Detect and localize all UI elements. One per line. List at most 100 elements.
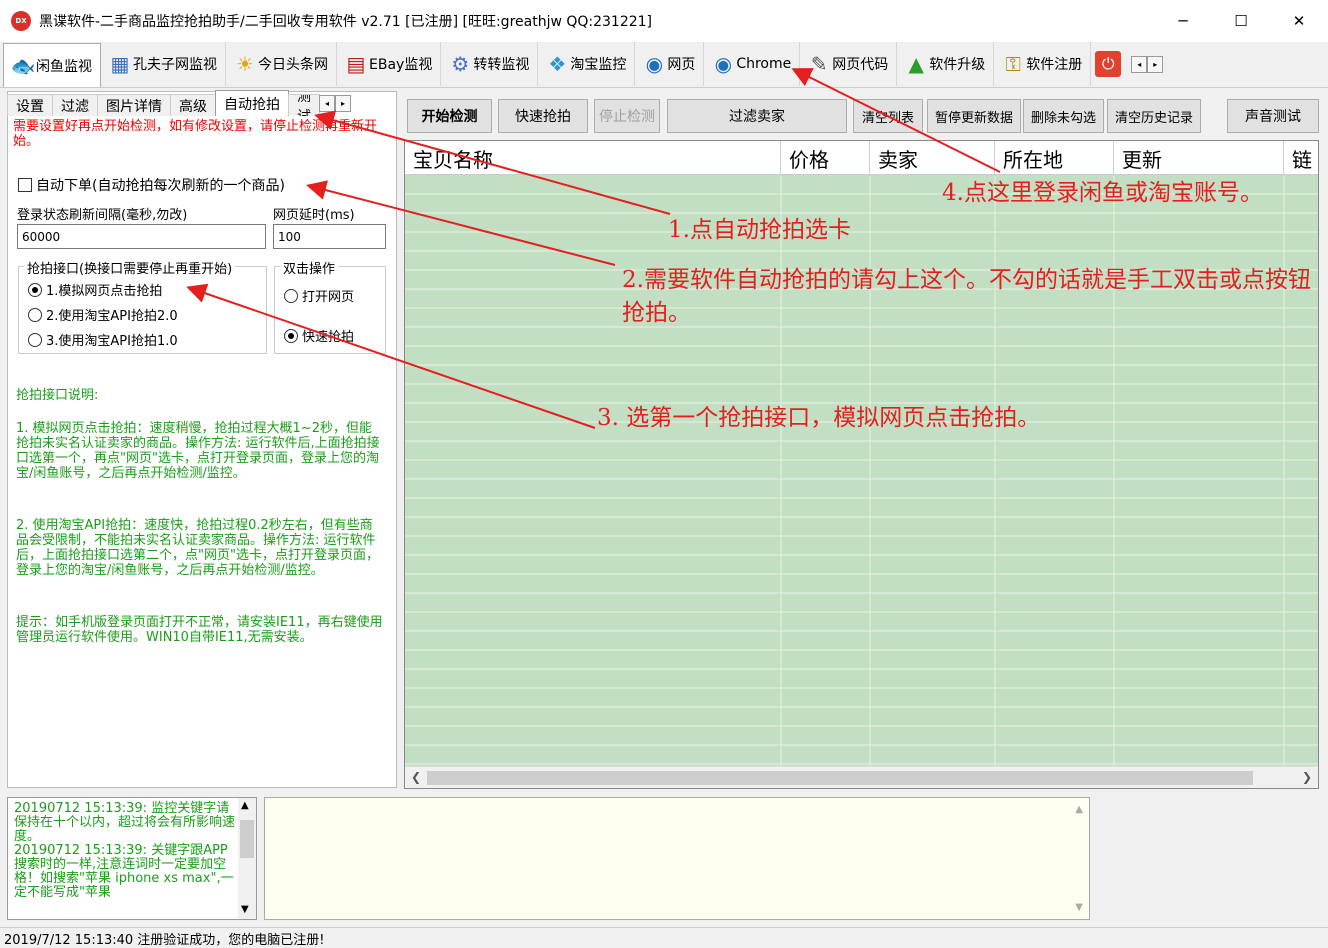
api-option-2[interactable]: 2.使用淘宝API抢拍2.0 — [28, 305, 178, 324]
col-seller[interactable]: 卖家 — [870, 141, 995, 175]
radio-label: 3.使用淘宝API抢拍1.0 — [46, 334, 178, 349]
toolbar-scroll-left[interactable]: ◂ — [1131, 56, 1148, 73]
stop-detect-button[interactable]: 停止检测 — [594, 99, 660, 133]
chrome-icon: ◉ — [714, 52, 733, 76]
close-button[interactable]: ✕ — [1270, 0, 1328, 42]
tab-webpage[interactable]: ◉ 网页 — [635, 42, 705, 86]
annotation-1: 1.点自动抢拍选卡 — [668, 217, 851, 243]
results-grid[interactable]: 宝贝名称 价格 卖家 所在地 更新 链 ❮ ❯ — [404, 140, 1319, 789]
tab-xianyu[interactable]: 🐟 闲鱼监视 — [3, 43, 101, 87]
scroll-left-icon[interactable]: ❮ — [411, 770, 421, 784]
radio-unselected[interactable] — [284, 288, 298, 303]
dbl-option-open[interactable]: 打开网页 — [284, 286, 354, 305]
subtab-auto-snipe[interactable]: 自动抢拍 — [215, 90, 289, 116]
tab-label: 网页代码 — [832, 57, 889, 73]
page-delay-input[interactable] — [273, 224, 386, 249]
power-icon: ⏻ — [1095, 51, 1122, 77]
tab-label: EBay监视 — [369, 57, 433, 73]
tab-register[interactable]: ⚿ 软件注册 — [994, 42, 1092, 86]
subtab-filter[interactable]: 过滤 — [52, 94, 98, 116]
settings-subtabs: 设置 过滤 图片详情 高级 自动抢拍 测试 ◂ ▸ — [7, 90, 351, 116]
radio-label: 快速抢拍 — [302, 330, 355, 345]
tab-label: 闲鱼监视 — [36, 58, 92, 75]
radio-selected[interactable] — [284, 328, 298, 343]
api-option-3[interactable]: 3.使用淘宝API抢拍1.0 — [28, 330, 178, 349]
news-icon: ☀ — [236, 52, 254, 76]
dblclick-group-title: 双击操作 — [280, 258, 339, 277]
api-desc-title: 抢拍接口说明: — [16, 388, 99, 403]
scroll-thumb[interactable] — [427, 771, 1253, 785]
tab-chrome[interactable]: ◉ Chrome — [704, 42, 801, 86]
quick-snipe-button[interactable]: 快速抢拍 — [498, 99, 588, 133]
subtab-image-detail[interactable]: 图片详情 — [97, 94, 171, 116]
api-option-1[interactable]: 1.模拟网页点击抢拍 — [28, 280, 162, 299]
bag-icon: ▤ — [346, 52, 366, 76]
radio-selected[interactable] — [28, 282, 42, 297]
subtab-scroll-left[interactable]: ◂ — [319, 95, 335, 112]
col-price[interactable]: 价格 — [781, 141, 870, 175]
grid-horizontal-scrollbar[interactable]: ❮ ❯ — [405, 766, 1318, 788]
tab-ebay[interactable]: ▤ EBay监视 — [337, 42, 442, 86]
status-text: 2019/7/12 15:13:40 注册验证成功，您的电脑已注册! — [4, 932, 325, 948]
page-delay-label: 网页延时(ms) — [273, 208, 355, 223]
sound-test-button[interactable]: 声音测试 — [1227, 99, 1319, 133]
code-icon: ✎ — [810, 52, 828, 76]
annotation-3: 3. 选第一个抢拍接口，模拟网页点击抢拍。 — [597, 405, 1041, 431]
settings-warning: 需要设置好再点开始检测，如有修改设置，请停止检测再重新开始。 — [13, 119, 378, 149]
main-toolbar: 🐟 闲鱼监视 ▦ 孔夫子网监视 ☀ 今日头条网 ▤ EBay监视 ⚙ 转转监视 … — [0, 42, 1328, 88]
annotation-4: 4.点这里登录闲鱼或淘宝账号。 — [942, 180, 1263, 206]
log-box[interactable]: 20190712 15:13:39: 监控关键字请保持在十个以内，超过将会有所影… — [7, 797, 257, 920]
scroll-down-icon[interactable]: ▼ — [241, 904, 249, 915]
radio-unselected[interactable] — [28, 307, 42, 322]
log-text: 20190712 15:13:39: 监控关键字请保持在十个以内，超过将会有所影… — [14, 801, 236, 900]
log-scrollbar[interactable]: ▲ ▼ — [238, 798, 256, 919]
tab-toutiao[interactable]: ☀ 今日头条网 — [226, 42, 337, 86]
col-link[interactable]: 链 — [1284, 141, 1318, 175]
col-item-name[interactable]: 宝贝名称 — [405, 141, 781, 175]
tab-label: 转转监视 — [473, 57, 530, 73]
msg-scroll-up-icon[interactable]: ▲ — [1075, 804, 1083, 815]
delete-unchecked-button[interactable]: 删除未勾选 — [1023, 99, 1104, 133]
clear-history-button[interactable]: 清空历史记录 — [1107, 99, 1201, 133]
minimize-button[interactable]: ─ — [1154, 0, 1212, 42]
tab-taobao[interactable]: ❖ 淘宝监控 — [538, 42, 636, 86]
tab-zhuanzhuan[interactable]: ⚙ 转转监视 — [441, 42, 539, 86]
subtab-scroll-right[interactable]: ▸ — [335, 95, 351, 112]
tab-label: 网页 — [667, 57, 696, 73]
subtab-advanced[interactable]: 高级 — [170, 94, 216, 116]
tab-upgrade[interactable]: ▲ 软件升级 — [897, 42, 995, 86]
globe-icon: ◉ — [645, 52, 664, 76]
power-button[interactable]: ⏻ — [1091, 42, 1125, 86]
pause-update-button[interactable]: 暂停更新数据 — [927, 99, 1021, 133]
tab-label: 今日头条网 — [258, 57, 328, 73]
tab-webcode[interactable]: ✎ 网页代码 — [800, 42, 898, 86]
msg-scroll-down-icon[interactable]: ▼ — [1075, 902, 1083, 913]
col-update[interactable]: 更新 — [1114, 141, 1284, 175]
toolbar-scroll-right[interactable]: ▸ — [1147, 56, 1164, 73]
message-box[interactable]: ▲ ▼ — [264, 797, 1090, 920]
radio-label: 打开网页 — [302, 290, 355, 305]
dbl-option-quick[interactable]: 快速抢拍 — [284, 326, 354, 345]
maximize-button[interactable]: ☐ — [1212, 0, 1270, 42]
auto-order-label: 自动下单(自动抢拍每次刷新的一个商品) — [36, 178, 285, 194]
subtab-test[interactable]: 测试 — [288, 94, 320, 116]
radio-unselected[interactable] — [28, 332, 42, 347]
tab-kongfuzi[interactable]: ▦ 孔夫子网监视 — [101, 42, 226, 86]
scroll-up-icon[interactable]: ▲ — [241, 800, 249, 811]
col-location[interactable]: 所在地 — [995, 141, 1114, 175]
clear-list-button[interactable]: 清空列表 — [853, 99, 923, 133]
filter-seller-button[interactable]: 过滤卖家 — [667, 99, 847, 133]
api-desc-tip: 提示：如手机版登录页面打开不正常，请安装IE11，再右键使用管理员运行软件使用。… — [16, 615, 383, 645]
gear-icon: ⚙ — [451, 52, 470, 76]
tab-label: 软件升级 — [929, 57, 986, 73]
tab-label: 软件注册 — [1026, 57, 1083, 73]
refresh-interval-input[interactable] — [17, 224, 266, 249]
subtab-settings[interactable]: 设置 — [7, 94, 53, 116]
scroll-right-icon[interactable]: ❯ — [1302, 770, 1312, 784]
log-scroll-thumb[interactable] — [240, 820, 254, 858]
auto-order-checkbox-row[interactable]: 自动下单(自动抢拍每次刷新的一个商品) — [18, 175, 285, 195]
start-detect-button[interactable]: 开始检测 — [407, 99, 492, 133]
fish-icon: 🐟 — [10, 53, 36, 78]
auto-order-checkbox[interactable] — [18, 178, 32, 192]
api-desc-2: 2. 使用淘宝API抢拍：速度快，抢拍过程0.2秒左右，但有些商品会受限制，不能… — [16, 518, 379, 578]
